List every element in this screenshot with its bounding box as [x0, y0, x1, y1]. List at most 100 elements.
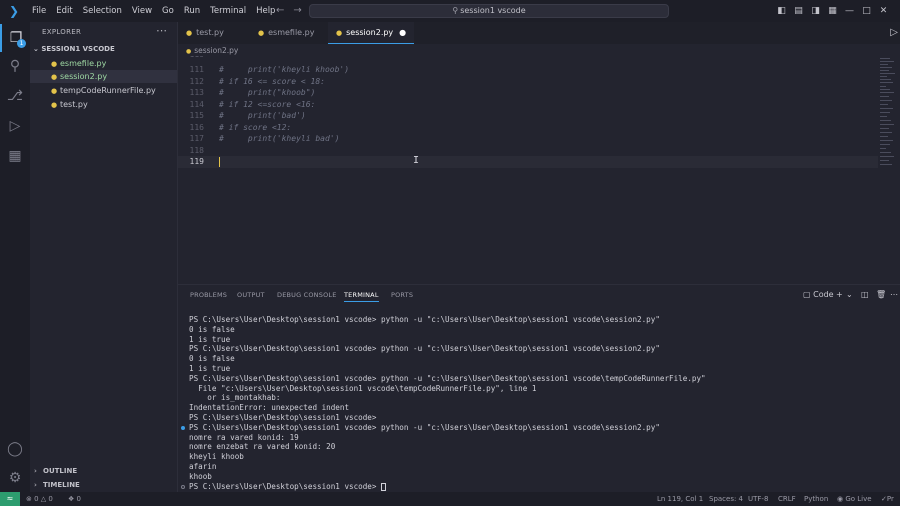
file-tempcoderunner[interactable]: ● tempCodeRunnerFile.py — [30, 84, 177, 97]
file-session2[interactable]: ● session2.py — [30, 70, 177, 83]
remote-indicator-icon[interactable]: ≈ — [0, 492, 20, 506]
language-mode[interactable]: Python — [804, 492, 828, 506]
file-test[interactable]: ● test.py — [30, 98, 177, 111]
nav-arrows: ← → — [276, 0, 311, 22]
tab-session2[interactable]: ● session2.py ● — [328, 22, 415, 44]
toggle-secondary-sidebar-icon[interactable]: ◨ — [807, 0, 824, 22]
file-name: test.py — [60, 100, 88, 109]
search-view-icon[interactable]: ⚲ — [0, 52, 30, 80]
line-number: 118 — [189, 145, 204, 155]
account-icon[interactable]: ◯ — [0, 435, 30, 463]
tab-output[interactable]: OUTPUT — [237, 291, 265, 299]
minimize-icon[interactable]: — — [841, 0, 858, 22]
terminal-line: 0 is false — [189, 354, 235, 364]
indentation-status[interactable]: Spaces: 4 — [709, 492, 743, 506]
terminal-line: PS C:\Users\User\Desktop\session1 vscode… — [189, 412, 377, 422]
eol-status[interactable]: CRLF — [778, 492, 796, 506]
terminal-line: IndentationError: unexpected indent — [189, 403, 350, 413]
tab-esmefile[interactable]: ● esmefile.py — [250, 22, 322, 44]
warning-count: 0 — [48, 495, 53, 503]
breadcrumb-file: session2.py — [194, 46, 239, 55]
more-actions-icon[interactable]: ⋯ — [890, 288, 898, 302]
line-number: 110 — [178, 56, 204, 60]
minimap[interactable] — [880, 56, 898, 176]
forward-arrow-icon[interactable]: → — [293, 5, 301, 16]
ports-status[interactable]: ❖ 0 — [68, 492, 81, 506]
file-esmefile[interactable]: ● esmefile.py — [30, 57, 177, 70]
back-arrow-icon[interactable]: ← — [276, 5, 284, 16]
error-icon: ⊗ — [26, 495, 35, 503]
extensions-icon[interactable]: ▦ — [0, 142, 30, 170]
explorer-icon[interactable]: ❐ 1 — [0, 24, 30, 52]
tab-label: session2.py — [346, 28, 394, 37]
menu-bar: File Edit Selection View Go Run Terminal… — [27, 0, 280, 22]
line-number: 111 — [189, 65, 204, 74]
chevron-down-icon[interactable]: ⌄ — [846, 288, 853, 302]
python-file-icon: ● — [51, 73, 58, 81]
terminal-line-with-marker: PS C:\Users\User\Desktop\session1 vscode… — [181, 423, 706, 433]
toggle-sidebar-icon[interactable]: ◧ — [773, 0, 790, 22]
toggle-panel-icon[interactable]: ▤ — [790, 0, 807, 22]
terminal-line: or is_montakhab: — [189, 393, 281, 403]
command-decoration-icon[interactable] — [181, 425, 185, 430]
explorer-badge: 1 — [17, 39, 26, 48]
line-number: 112 — [189, 76, 204, 86]
customize-layout-icon[interactable]: ▦ — [824, 0, 841, 22]
file-name: esmefile.py — [60, 59, 107, 68]
timeline-label: TIMELINE — [43, 481, 80, 489]
menu-go[interactable]: Go — [157, 0, 179, 22]
go-live-button[interactable]: ◉ Go Live — [837, 492, 872, 506]
python-file-icon: ● — [258, 29, 265, 37]
status-bar: ≈ ⊗ 0 △ 0 ❖ 0 Ln 119, Col 1 Spaces: 4 UT… — [0, 492, 900, 506]
close-icon[interactable]: ✕ — [875, 0, 892, 22]
new-terminal-plus-icon[interactable]: + — [836, 288, 843, 302]
menu-file[interactable]: File — [27, 0, 51, 22]
tab-terminal[interactable]: TERMINAL — [344, 291, 379, 302]
settings-gear-icon[interactable]: ⚙ — [0, 464, 30, 492]
terminal-profile[interactable]: ▢ Code — [803, 288, 834, 302]
menu-selection[interactable]: Selection — [78, 0, 127, 22]
problems-status[interactable]: ⊗ 0 △ 0 — [26, 492, 53, 506]
split-terminal-icon[interactable]: ◫ — [861, 288, 869, 302]
cursor-position[interactable]: Ln 119, Col 1 — [657, 492, 703, 506]
terminal-output[interactable]: PS C:\Users\User\Desktop\session1 vscode… — [181, 315, 706, 491]
tab-ports[interactable]: PORTS — [391, 291, 413, 299]
menu-view[interactable]: View — [127, 0, 157, 22]
file-name: tempCodeRunnerFile.py — [60, 86, 156, 95]
workspace-folder[interactable]: ⌄ SESSION1 VSCODE — [33, 45, 115, 53]
menu-edit[interactable]: Edit — [51, 0, 77, 22]
tab-debug-console[interactable]: DEBUG CONSOLE — [277, 291, 337, 299]
more-actions-icon[interactable]: ⋯ — [156, 24, 167, 37]
line-text: # print('kheyli khoob') — [219, 65, 350, 74]
command-center-search[interactable]: ⚲ session1 vscode — [309, 4, 669, 18]
code-line: 114 # if 12 <=score <16: — [178, 99, 878, 111]
python-file-icon: ● — [186, 29, 193, 37]
ports-count: 0 — [76, 495, 81, 503]
terminal-cursor — [381, 482, 387, 491]
menu-run[interactable]: Run — [179, 0, 205, 22]
code-editor[interactable]: 110 111 # print('kheyli khoob') 112 # if 1… — [178, 56, 878, 174]
encoding-status[interactable]: UTF-8 — [748, 492, 768, 506]
run-python-file-icon[interactable]: ▷ — [890, 22, 898, 44]
command-decoration-icon[interactable] — [181, 484, 185, 489]
tab-test[interactable]: ● test.py — [178, 22, 232, 44]
maximize-icon[interactable]: □ — [858, 0, 875, 22]
line-text: # print('kheyli bad') — [219, 134, 340, 143]
bottom-panel: PROBLEMS OUTPUT DEBUG CONSOLE TERMINAL P… — [178, 284, 900, 492]
run-debug-icon[interactable]: ▷ — [0, 112, 30, 140]
line-number: 117 — [189, 134, 204, 143]
tab-problems[interactable]: PROBLEMS — [190, 291, 227, 299]
code-line: 117 # print('kheyli bad') — [178, 133, 878, 145]
timeline-section[interactable]: › TIMELINE — [30, 481, 177, 489]
unsaved-dot-icon[interactable]: ● — [399, 28, 406, 37]
breadcrumb[interactable]: ● session2.py — [186, 46, 238, 55]
prettier-status[interactable]: ✓Pr — [881, 492, 894, 506]
outline-section[interactable]: › OUTLINE — [30, 467, 177, 475]
python-file-icon: ● — [51, 101, 58, 109]
trash-icon[interactable]: 🗑 — [876, 288, 886, 302]
antenna-icon: ❖ — [68, 495, 77, 503]
tab-label: test.py — [196, 28, 224, 37]
menu-terminal[interactable]: Terminal — [205, 0, 251, 22]
source-control-icon[interactable]: ⎇ — [0, 82, 30, 110]
python-file-icon: ● — [336, 29, 343, 37]
